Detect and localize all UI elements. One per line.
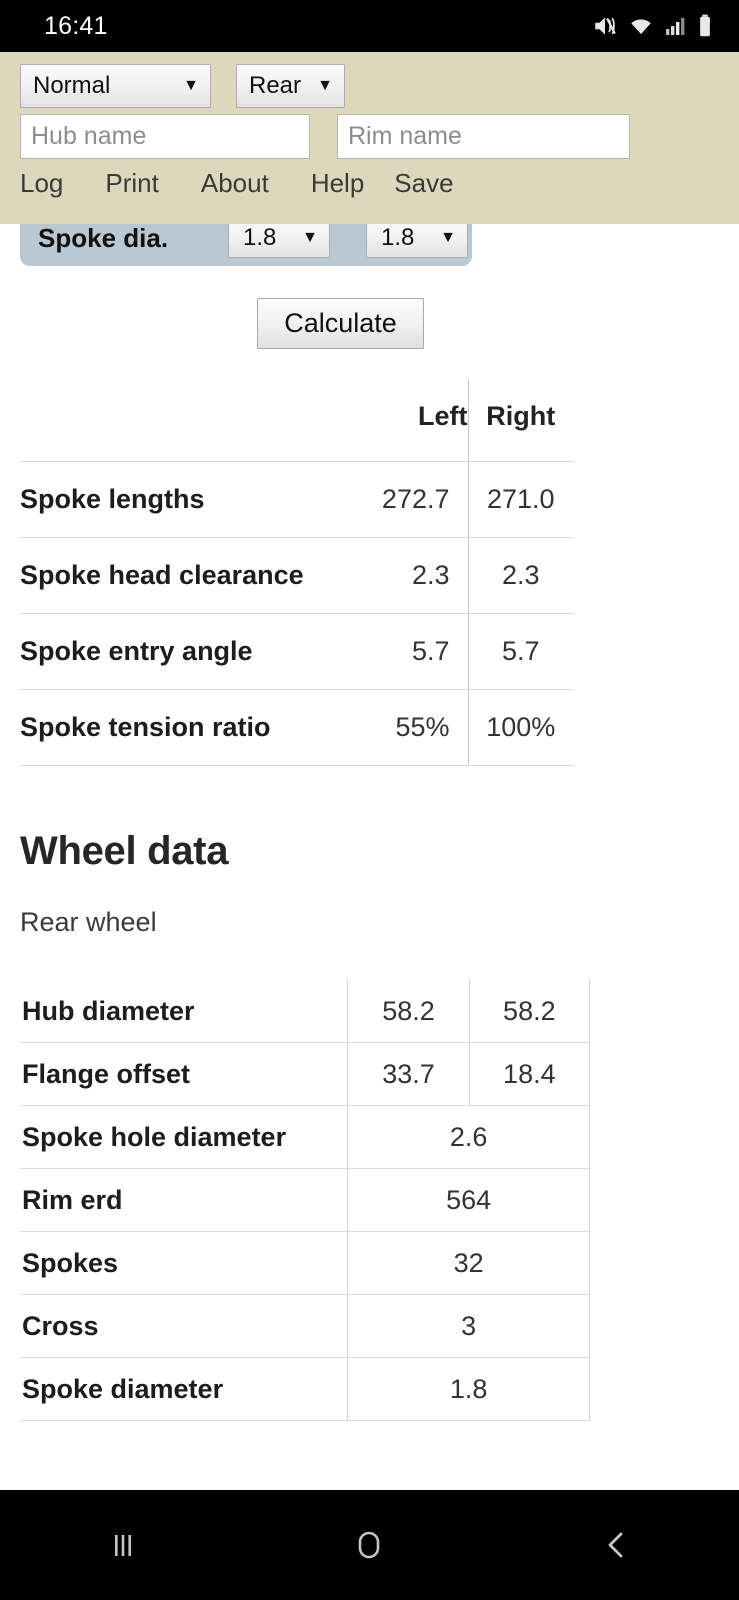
wheel-row-label: Rim erd [22, 1184, 123, 1215]
results-row-left: 272.7 [381, 483, 450, 514]
phone-screen: 16:41 Normal ▼ Rear ▼ Hub name Rim name … [0, 0, 739, 1600]
wheel-row-span: 1.8 [347, 1357, 590, 1421]
toolbar-nav-links: Log Print About Help Save [0, 166, 739, 201]
page-content: Spoke dia. 1.8 ▼ 1.8 ▼ Calculate Left Ri… [0, 224, 739, 1490]
table-row: Spoke hole diameter 2.6 [20, 1105, 590, 1169]
wheel-row-label: Hub diameter [22, 995, 195, 1026]
calculate-button[interactable]: Calculate [257, 298, 424, 349]
results-row-left: 5.7 [411, 635, 450, 666]
wheel-row-label: Spoke hole diameter [22, 1121, 287, 1152]
home-icon[interactable] [309, 1500, 429, 1590]
results-row-left: 55% [395, 711, 450, 742]
wheel-row-span: 3 [347, 1294, 590, 1358]
wifi-icon [627, 13, 655, 39]
nav-link-log[interactable]: Log [20, 166, 63, 201]
results-row-label: Spoke tension ratio [20, 711, 271, 742]
wheel-data-subtitle: Rear wheel [20, 907, 157, 937]
app-toolbar: Normal ▼ Rear ▼ Log Print About Help Sav… [0, 52, 739, 224]
results-row-left: 2.3 [411, 559, 450, 590]
table-row: Spoke tension ratio 55% 100% [20, 689, 573, 765]
wheel-row-label: Cross [22, 1310, 99, 1341]
battery-icon [697, 13, 713, 39]
results-row-label: Spoke entry angle [20, 635, 253, 666]
toolbar-selects-row: Normal ▼ Rear ▼ [0, 64, 739, 108]
spoke-diameter-label: Spoke dia. [38, 224, 169, 253]
results-row-right: 100% [467, 689, 573, 765]
mode-select[interactable]: Normal [20, 64, 211, 108]
spoke-diameter-left-select[interactable]: 1.8 [228, 224, 330, 258]
results-row-right: 271.0 [467, 461, 573, 537]
wheel-row-span: 564 [347, 1168, 590, 1232]
spoke-diameter-left-wrapper: 1.8 ▼ [228, 224, 330, 258]
table-row: Spoke diameter 1.8 [20, 1357, 590, 1421]
spoke-diameter-right-select[interactable]: 1.8 [366, 224, 468, 258]
side-select[interactable]: Rear [236, 64, 345, 108]
results-row-label: Spoke lengths [20, 483, 205, 514]
android-nav-bar [0, 1490, 739, 1600]
results-header-right: Right [467, 379, 573, 461]
wheel-row-label: Spokes [22, 1247, 119, 1278]
nav-link-help[interactable]: Help [311, 166, 364, 201]
status-time: 16:41 [44, 11, 108, 40]
table-row: Rim erd 564 [20, 1168, 590, 1232]
spoke-diameter-row: Spoke dia. 1.8 ▼ 1.8 ▼ [20, 224, 472, 266]
table-row: Spokes 32 [20, 1231, 590, 1295]
wheel-row-label: Flange offset [22, 1058, 191, 1089]
results-table: Left Right Spoke lengths 272.7 271.0 Spo… [20, 379, 573, 766]
wheel-row-label: Spoke diameter [22, 1373, 224, 1404]
calculate-button-area: Calculate [0, 298, 739, 349]
table-row: Hub diameter 58.2 58.2 [20, 979, 591, 1043]
page-title: Wheel data [20, 829, 229, 873]
wheel-data-table: Hub diameter 58.2 58.2 Flange offset 33.… [20, 979, 591, 1421]
hub-name-input[interactable] [20, 114, 310, 159]
wheel-row-right: 58.2 [469, 979, 591, 1043]
wheel-row-span: 32 [347, 1231, 590, 1295]
back-icon[interactable] [556, 1500, 676, 1590]
toolbar-inputs-row [0, 114, 739, 159]
android-status-bar: 16:41 [0, 0, 739, 52]
cellular-signal-icon [664, 13, 688, 39]
nav-link-about[interactable]: About [201, 166, 269, 201]
mode-select-wrapper: Normal ▼ [20, 64, 211, 108]
side-select-wrapper: Rear ▼ [211, 64, 345, 108]
wheel-row-left: 58.2 [347, 979, 470, 1043]
wheel-row-right: 18.4 [469, 1042, 591, 1106]
rim-name-input[interactable] [337, 114, 630, 159]
results-row-right: 5.7 [467, 613, 573, 689]
nav-link-save[interactable]: Save [394, 166, 453, 201]
table-row: Spoke entry angle 5.7 5.7 [20, 613, 573, 689]
results-row-right: 2.3 [467, 537, 573, 613]
table-row: Spoke head clearance 2.3 2.3 [20, 537, 573, 613]
mute-icon [592, 13, 618, 39]
nav-link-print[interactable]: Print [105, 166, 158, 201]
spoke-diameter-right-wrapper: 1.8 ▼ [366, 224, 468, 258]
table-row: Flange offset 33.7 18.4 [20, 1042, 591, 1106]
wheel-row-span: 2.6 [347, 1105, 590, 1169]
results-header-left: Left [418, 401, 468, 432]
status-icon-group [592, 13, 713, 39]
table-row: Cross 3 [20, 1294, 590, 1358]
recents-icon[interactable] [63, 1500, 183, 1590]
results-header-blank [20, 379, 350, 461]
results-table-header-row: Left Right [20, 379, 573, 461]
table-row: Spoke lengths 272.7 271.0 [20, 461, 573, 537]
wheel-row-left: 33.7 [347, 1042, 470, 1106]
results-row-label: Spoke head clearance [20, 559, 304, 590]
